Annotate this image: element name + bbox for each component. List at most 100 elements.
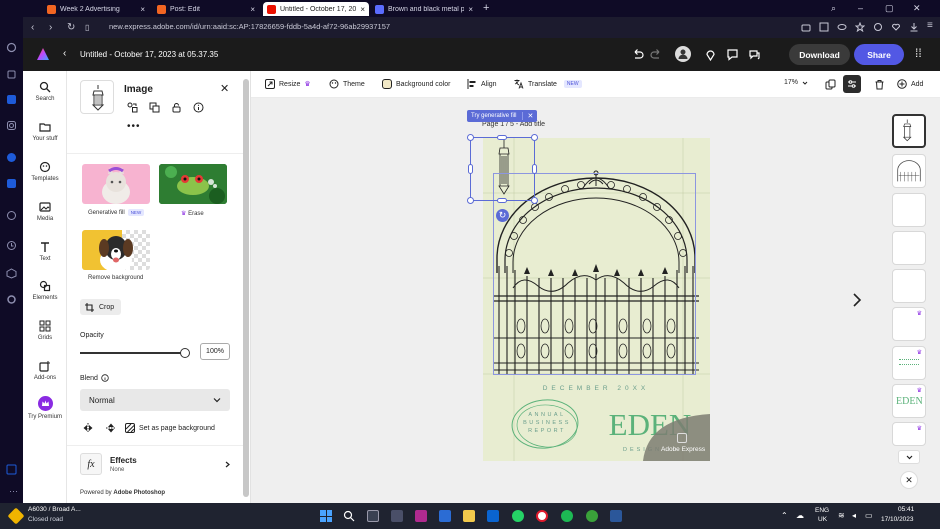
flip-vertical-icon[interactable] — [106, 423, 116, 433]
add-button[interactable]: Add — [897, 79, 923, 89]
translate-button[interactable]: Translate NEW — [514, 79, 582, 89]
resize-handle[interactable] — [532, 164, 537, 174]
more-icon[interactable]: ⋯ — [9, 486, 18, 497]
trash-icon[interactable] — [874, 79, 885, 90]
effects-row[interactable]: fx Effects None — [80, 453, 232, 477]
file-explorer-icon[interactable] — [463, 510, 475, 522]
align-button[interactable]: Align — [467, 79, 497, 89]
document-title[interactable]: Untitled - October 17, 2023 at 05.37.35 — [80, 50, 218, 59]
tab-untitled[interactable]: Untitled - October 17, 2023 × — [263, 2, 369, 16]
image-search-icon[interactable] — [819, 22, 829, 32]
page-thumbnail-6[interactable]: ♛ — [892, 307, 926, 341]
download-icon[interactable] — [909, 22, 919, 32]
more-options-icon[interactable]: ••• — [127, 121, 141, 132]
app-icon[interactable] — [439, 510, 451, 522]
minimize-icon[interactable]: – — [858, 3, 863, 13]
player-icon[interactable] — [6, 210, 17, 221]
share-button[interactable]: Share — [854, 44, 904, 65]
cloud-icon[interactable]: ☁ — [796, 511, 804, 520]
spotify-icon[interactable] — [561, 510, 573, 522]
tab-post-edit[interactable]: Post: Edit × — [153, 2, 259, 16]
rail-item-your-stuff[interactable]: Your stuff — [23, 121, 67, 142]
page-thumbnail-4[interactable] — [892, 231, 926, 265]
redo-icon[interactable] — [650, 48, 663, 61]
replace-icon[interactable] — [127, 102, 138, 113]
theme-button[interactable]: Theme — [329, 79, 365, 89]
tab-week2[interactable]: Week 2 Advertising × — [43, 2, 149, 16]
rail-item-try-premium[interactable]: Try Premium — [23, 396, 67, 420]
url-field[interactable]: new.express.adobe.com/id/urn:aaid:sc:AP:… — [109, 22, 390, 31]
eye-icon[interactable] — [837, 22, 847, 32]
blend-dropdown[interactable]: Normal — [80, 389, 230, 411]
sidebar-tools-icon[interactable] — [6, 464, 17, 475]
properties-button[interactable] — [843, 75, 861, 93]
task-view-icon[interactable] — [367, 510, 379, 522]
resize-button[interactable]: Resize ♛ — [265, 79, 311, 89]
dismiss-icon[interactable]: ✕ — [522, 112, 533, 120]
download-button[interactable]: Download — [789, 44, 850, 65]
weather-title[interactable]: A6030 / Broad A... — [28, 506, 81, 513]
back-button[interactable]: ‹ — [63, 48, 66, 59]
remove-background-thumbnail[interactable] — [82, 230, 150, 270]
chat-icon[interactable] — [748, 48, 761, 61]
background-color-button[interactable]: Background color — [382, 79, 450, 89]
page-thumbnail-5[interactable] — [892, 269, 926, 303]
wifi-icon[interactable]: ≋ — [838, 511, 845, 520]
search-tabs-icon[interactable]: ⌕ — [831, 3, 836, 14]
rail-item-media[interactable]: Media — [23, 201, 67, 222]
layers-icon[interactable] — [825, 79, 836, 90]
page-thumbnail-2[interactable] — [892, 154, 926, 188]
opacity-slider-handle[interactable] — [180, 348, 190, 358]
resize-handle[interactable] — [497, 135, 507, 140]
history-icon[interactable] — [6, 240, 17, 251]
rail-item-text[interactable]: Text — [23, 241, 67, 262]
close-icon[interactable]: × — [360, 5, 365, 14]
comment-icon[interactable] — [726, 48, 739, 61]
battery-icon[interactable]: ▭ — [865, 511, 873, 520]
panel-close-icon[interactable]: ✕ — [220, 82, 229, 95]
xbox-icon[interactable] — [586, 510, 598, 522]
close-icon[interactable]: × — [250, 5, 255, 14]
app-icon[interactable] — [415, 510, 427, 522]
home-icon[interactable] — [6, 42, 17, 53]
app-icon[interactable] — [391, 510, 403, 522]
crop-button[interactable]: Crop — [80, 299, 121, 315]
generative-fill-thumbnail[interactable] — [82, 164, 150, 204]
resize-handle[interactable] — [497, 198, 507, 203]
maximize-icon[interactable]: ▢ — [885, 3, 894, 14]
mail-icon[interactable] — [487, 510, 499, 522]
resize-handle[interactable] — [468, 164, 473, 174]
rail-item-elements[interactable]: Elements — [23, 280, 67, 301]
whatsapp-icon[interactable] — [512, 510, 524, 522]
opacity-input[interactable]: 100% — [200, 343, 230, 360]
star-icon[interactable] — [855, 22, 865, 32]
close-icon[interactable]: × — [468, 5, 473, 14]
reload-icon[interactable]: ↻ — [67, 22, 75, 33]
vk-icon[interactable] — [6, 178, 17, 189]
start-icon[interactable] — [320, 510, 332, 522]
page-thumbnail-8[interactable]: ♛ EDEN — [892, 384, 926, 418]
undo-icon[interactable] — [631, 48, 644, 61]
erase-thumbnail[interactable] — [159, 164, 227, 204]
rotate-handle-icon[interactable]: ↻ — [496, 209, 509, 222]
search-icon[interactable] — [343, 510, 355, 522]
resize-handle[interactable] — [531, 197, 538, 204]
opera-icon[interactable] — [536, 510, 548, 522]
instagram-icon[interactable] — [6, 120, 17, 131]
try-generative-fill-button[interactable]: Try generative fill ✕ — [467, 110, 538, 122]
duplicate-icon[interactable] — [149, 102, 160, 113]
rail-item-search[interactable]: Search — [23, 81, 67, 102]
invite-icon[interactable] — [675, 46, 691, 62]
adobe-express-logo-icon[interactable] — [36, 47, 50, 61]
location-icon[interactable] — [704, 48, 717, 61]
snapshot-icon[interactable] — [873, 22, 883, 32]
selected-image-thumbnail[interactable] — [80, 80, 114, 114]
bag-icon[interactable] — [6, 68, 17, 79]
page-thumbnail-3[interactable] — [892, 193, 926, 227]
settings-icon[interactable] — [6, 294, 17, 305]
resize-handle[interactable] — [467, 134, 474, 141]
resize-handle[interactable] — [531, 134, 538, 141]
rail-item-addons[interactable]: Add-ons — [23, 360, 67, 381]
back-icon[interactable]: ‹ — [31, 22, 34, 33]
info-icon[interactable] — [101, 374, 109, 382]
